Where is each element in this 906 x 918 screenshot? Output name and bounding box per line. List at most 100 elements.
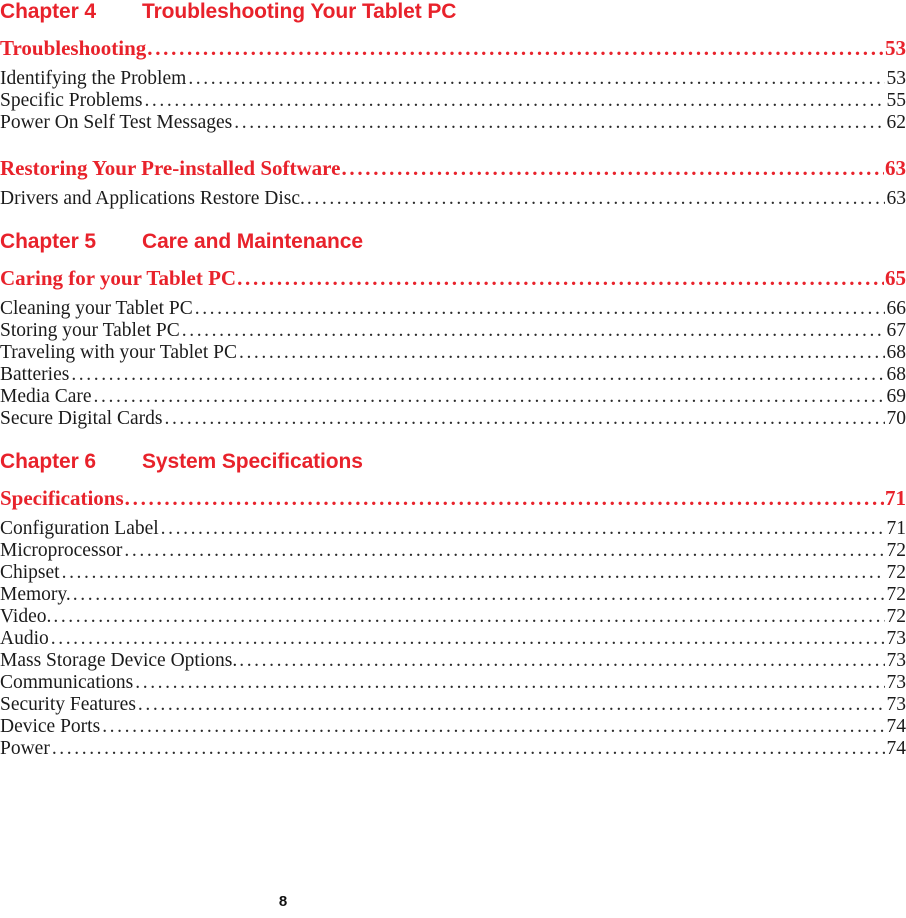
toc-entry-row[interactable]: Microprocessor..........................… bbox=[0, 540, 906, 562]
vertical-spacer bbox=[0, 24, 906, 36]
chapter-title: Troubleshooting Your Tablet PC bbox=[142, 0, 457, 23]
toc-entry-page-number: 73 bbox=[886, 650, 906, 671]
dot-leader: ........................................… bbox=[306, 188, 885, 209]
dot-leader: ........................................… bbox=[160, 518, 885, 539]
toc-entry-title: Mass Storage Device Options. bbox=[0, 650, 238, 671]
chapter-label: Chapter 5 bbox=[0, 230, 96, 253]
toc-entry-row[interactable]: Configuration Label.....................… bbox=[0, 518, 906, 540]
toc-entry-page-number: 73 bbox=[886, 694, 906, 715]
chapter-heading[interactable]: Chapter 6 System Specifications bbox=[0, 450, 906, 474]
toc-entry-page-number: 71 bbox=[886, 518, 906, 539]
section-title: Specifications bbox=[0, 486, 124, 510]
chapter-title: System Specifications bbox=[142, 450, 363, 473]
toc-entry-page-number: 63 bbox=[886, 188, 906, 209]
toc-entry-row[interactable]: Media Care..............................… bbox=[0, 386, 906, 408]
toc-entry-title: Storing your Tablet PC bbox=[0, 320, 180, 341]
toc-entry-title: Security Features bbox=[0, 694, 136, 715]
toc-entry-title: Chipset bbox=[0, 562, 60, 583]
dot-leader: ........................................… bbox=[53, 606, 884, 627]
toc-entry-row[interactable]: Memory..................................… bbox=[0, 584, 906, 606]
section-page-number: 53 bbox=[885, 36, 906, 60]
toc-entry-row[interactable]: Power On Self Test Messages.............… bbox=[0, 112, 906, 134]
chapter-label: Chapter 4 bbox=[0, 0, 96, 23]
dot-leader: ........................................… bbox=[72, 584, 885, 605]
dot-leader: ........................................… bbox=[341, 156, 884, 180]
section-page-number: 71 bbox=[885, 486, 906, 510]
toc-entry-title: Drivers and Applications Restore Disc. bbox=[0, 188, 305, 209]
dot-leader: ........................................… bbox=[71, 364, 885, 385]
vertical-spacer bbox=[0, 61, 906, 68]
toc-entry-title: Media Care bbox=[0, 386, 92, 407]
toc-entry-page-number: 62 bbox=[886, 112, 906, 133]
toc-entry-row[interactable]: Specific Problems.......................… bbox=[0, 90, 906, 112]
toc-entry-row[interactable]: Power...................................… bbox=[0, 738, 906, 760]
toc-entry-title: Microprocessor bbox=[0, 540, 123, 561]
toc-entry-row[interactable]: Chipset.................................… bbox=[0, 562, 906, 584]
dot-leader: ........................................… bbox=[194, 298, 885, 319]
toc-entry-row[interactable]: Storing your Tablet PC..................… bbox=[0, 320, 906, 342]
toc-entry-row[interactable]: Cleaning your Tablet PC.................… bbox=[0, 298, 906, 320]
dot-leader: ........................................… bbox=[102, 716, 885, 737]
section-title: Restoring Your Pre-installed Software bbox=[0, 156, 341, 180]
dot-leader: ........................................… bbox=[137, 694, 885, 715]
chapter-heading[interactable]: Chapter 5 Care and Maintenance bbox=[0, 230, 906, 254]
dot-leader: ........................................… bbox=[164, 408, 884, 429]
toc-entry-page-number: 70 bbox=[886, 408, 906, 429]
dot-leader: ........................................… bbox=[93, 386, 885, 407]
toc-entry-row[interactable]: Device Ports............................… bbox=[0, 716, 906, 738]
toc-entry-row[interactable]: Security Features.......................… bbox=[0, 694, 906, 716]
toc-entry-page-number: 68 bbox=[886, 342, 906, 363]
section-heading-row[interactable]: Caring for your Tablet PC...............… bbox=[0, 266, 906, 291]
toc-entry-row[interactable]: Secure Digital Cards....................… bbox=[0, 408, 906, 430]
vertical-spacer bbox=[0, 511, 906, 518]
dot-leader: ........................................… bbox=[188, 68, 884, 89]
vertical-spacer bbox=[0, 254, 906, 266]
toc-page: Chapter 4 Troubleshooting Your Tablet PC T… bbox=[0, 0, 906, 918]
toc-entry-title: Traveling with your Tablet PC bbox=[0, 342, 237, 363]
toc-entry-title: Identifying the Problem bbox=[0, 68, 187, 89]
dot-leader: ........................................… bbox=[135, 672, 885, 693]
section-heading-row[interactable]: Specifications..........................… bbox=[0, 486, 906, 511]
toc-entry-row[interactable]: Drivers and Applications Restore Disc...… bbox=[0, 188, 906, 210]
toc-entry-page-number: 53 bbox=[886, 68, 906, 89]
toc-entry-page-number: 55 bbox=[886, 90, 906, 111]
dot-leader: ........................................… bbox=[144, 90, 885, 111]
vertical-spacer bbox=[0, 430, 906, 450]
toc-entry-page-number: 72 bbox=[886, 562, 906, 583]
toc-entry-row[interactable]: Communications..........................… bbox=[0, 672, 906, 694]
vertical-spacer bbox=[0, 210, 906, 230]
dot-leader: ........................................… bbox=[181, 320, 885, 341]
chapter-label: Chapter 6 bbox=[0, 450, 96, 473]
toc-entry-title: Memory. bbox=[0, 584, 71, 605]
dot-leader: ........................................… bbox=[50, 628, 885, 649]
toc-entry-title: Video. bbox=[0, 606, 52, 627]
dot-leader: ........................................… bbox=[238, 342, 885, 363]
toc-entry-title: Power bbox=[0, 738, 50, 759]
page-footer-number: 8 bbox=[278, 893, 288, 910]
toc-entry-title: Cleaning your Tablet PC bbox=[0, 298, 193, 319]
toc-entry-page-number: 72 bbox=[886, 584, 906, 605]
dot-leader: ........................................… bbox=[61, 562, 885, 583]
toc-entry-row[interactable]: Video...................................… bbox=[0, 606, 906, 628]
dot-leader: ........................................… bbox=[124, 540, 885, 561]
toc-entry-row[interactable]: Traveling with your Tablet PC...........… bbox=[0, 342, 906, 364]
vertical-spacer bbox=[0, 181, 906, 188]
toc-entry-title: Communications bbox=[0, 672, 134, 693]
toc-entry-row[interactable]: Mass Storage Device Options.............… bbox=[0, 650, 906, 672]
toc-entry-page-number: 67 bbox=[886, 320, 906, 341]
chapter-heading[interactable]: Chapter 4 Troubleshooting Your Tablet PC bbox=[0, 0, 906, 24]
section-page-number: 65 bbox=[885, 266, 906, 290]
toc-entry-page-number: 73 bbox=[886, 628, 906, 649]
toc-entry-page-number: 69 bbox=[886, 386, 906, 407]
toc-entry-page-number: 72 bbox=[886, 540, 906, 561]
toc-entry-row[interactable]: Identifying the Problem.................… bbox=[0, 68, 906, 90]
toc-entry-page-number: 73 bbox=[886, 672, 906, 693]
toc-entry-row[interactable]: Audio...................................… bbox=[0, 628, 906, 650]
section-heading-row[interactable]: Troubleshooting.........................… bbox=[0, 36, 906, 61]
toc-entry-row[interactable]: Batteries...............................… bbox=[0, 364, 906, 386]
dot-leader: ........................................… bbox=[234, 112, 885, 133]
toc-entry-title: Batteries bbox=[0, 364, 70, 385]
section-heading-row[interactable]: Restoring Your Pre-installed Software...… bbox=[0, 156, 906, 181]
vertical-spacer bbox=[0, 474, 906, 486]
toc-entry-page-number: 74 bbox=[886, 738, 906, 759]
